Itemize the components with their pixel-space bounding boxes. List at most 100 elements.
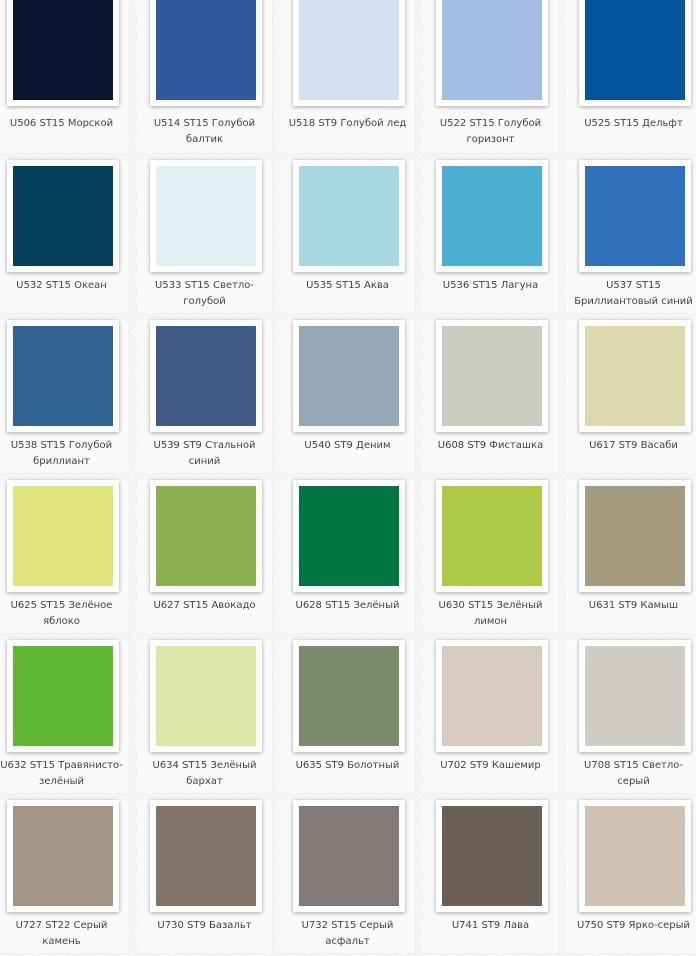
color-swatch-item[interactable]: U635 ST9 Болотный bbox=[280, 640, 416, 794]
swatch-frame[interactable] bbox=[293, 160, 405, 272]
color-swatch[interactable] bbox=[156, 326, 256, 426]
color-swatch[interactable] bbox=[585, 646, 685, 746]
color-swatch[interactable] bbox=[585, 806, 685, 906]
swatch-frame[interactable] bbox=[293, 480, 405, 592]
color-swatch-item[interactable]: U533 ST15 Светло-голубой bbox=[137, 160, 273, 314]
swatch-label: U708 ST15 Светло-серый bbox=[584, 760, 683, 787]
color-swatch-item[interactable]: U741 ST9 Лава bbox=[423, 800, 559, 954]
color-swatch[interactable] bbox=[156, 166, 256, 266]
swatch-frame[interactable] bbox=[436, 320, 548, 432]
color-swatch[interactable] bbox=[13, 486, 113, 586]
color-swatch-item[interactable]: U532 ST15 Океан bbox=[0, 160, 130, 314]
color-swatch[interactable] bbox=[585, 486, 685, 586]
swatch-frame[interactable] bbox=[293, 800, 405, 912]
swatch-frame[interactable] bbox=[293, 640, 405, 752]
color-swatch-item[interactable]: U506 ST15 Морской bbox=[0, 0, 130, 154]
swatch-frame[interactable] bbox=[579, 0, 691, 106]
color-swatch-item[interactable]: U630 ST15 Зелёный лимон bbox=[423, 480, 559, 634]
swatch-frame[interactable] bbox=[579, 640, 691, 752]
color-swatch-item[interactable]: U535 ST15 Аква bbox=[280, 160, 416, 314]
color-swatch-item[interactable]: U536 ST15 Лагуна bbox=[423, 160, 559, 314]
color-swatch-item[interactable]: U727 ST22 Серый камень bbox=[0, 800, 130, 954]
swatch-label: U514 ST15 Голубой балтик bbox=[153, 118, 256, 145]
color-swatch[interactable] bbox=[442, 486, 542, 586]
swatch-frame[interactable] bbox=[7, 640, 119, 752]
color-swatch[interactable] bbox=[299, 0, 399, 100]
color-swatch[interactable] bbox=[585, 326, 685, 426]
color-swatch[interactable] bbox=[299, 806, 399, 906]
color-swatch-item[interactable]: U538 ST15 Голубой бриллиант bbox=[0, 320, 130, 474]
swatch-frame[interactable] bbox=[436, 640, 548, 752]
color-swatch[interactable] bbox=[156, 486, 256, 586]
swatch-frame[interactable] bbox=[150, 640, 262, 752]
swatch-label: U518 ST9 Голубой лед bbox=[288, 118, 407, 129]
color-swatch[interactable] bbox=[299, 646, 399, 746]
swatch-label: U732 ST15 Серый асфальт bbox=[301, 920, 394, 947]
color-swatch[interactable] bbox=[156, 646, 256, 746]
color-swatch-item[interactable]: U540 ST9 Деним bbox=[280, 320, 416, 474]
color-swatch-item[interactable]: U730 ST9 Базальт bbox=[137, 800, 273, 954]
color-swatch-item[interactable]: U708 ST15 Светло-серый bbox=[566, 640, 696, 794]
swatch-frame[interactable] bbox=[436, 480, 548, 592]
color-swatch-item[interactable]: U522 ST15 Голубой горизонт bbox=[423, 0, 559, 154]
swatch-frame[interactable] bbox=[579, 320, 691, 432]
color-swatch[interactable] bbox=[156, 0, 256, 100]
swatch-frame[interactable] bbox=[150, 800, 262, 912]
color-swatch-item[interactable]: U627 ST15 Авокадо bbox=[137, 480, 273, 634]
swatch-label: U538 ST15 Голубой бриллиант bbox=[10, 440, 113, 467]
color-swatch[interactable] bbox=[585, 0, 685, 100]
swatch-frame[interactable] bbox=[7, 160, 119, 272]
color-swatch[interactable] bbox=[299, 486, 399, 586]
swatch-frame[interactable] bbox=[150, 320, 262, 432]
color-swatch-item[interactable]: U608 ST9 Фисташка bbox=[423, 320, 559, 474]
color-swatch[interactable] bbox=[442, 0, 542, 100]
color-swatch[interactable] bbox=[299, 326, 399, 426]
swatch-frame[interactable] bbox=[7, 320, 119, 432]
swatch-frame[interactable] bbox=[7, 800, 119, 912]
color-swatch[interactable] bbox=[13, 646, 113, 746]
swatch-frame[interactable] bbox=[436, 800, 548, 912]
swatch-frame[interactable] bbox=[7, 0, 119, 106]
swatch-label: U730 ST9 Базальт bbox=[157, 920, 252, 931]
color-swatch-item[interactable]: U537 ST15 Бриллиантовый синий bbox=[566, 160, 696, 314]
swatch-frame[interactable] bbox=[436, 160, 548, 272]
swatch-frame[interactable] bbox=[293, 0, 405, 106]
color-swatch-item[interactable]: U518 ST9 Голубой лед bbox=[280, 0, 416, 154]
swatch-frame[interactable] bbox=[150, 160, 262, 272]
color-swatch[interactable] bbox=[442, 326, 542, 426]
color-swatch[interactable] bbox=[299, 166, 399, 266]
swatch-frame[interactable] bbox=[436, 0, 548, 106]
swatch-frame[interactable] bbox=[293, 320, 405, 432]
color-swatch-item[interactable]: U634 ST15 Зелёный бархат bbox=[137, 640, 273, 794]
color-swatch-item[interactable]: U702 ST9 Кашемир bbox=[423, 640, 559, 794]
swatch-label: U625 ST15 Зелёное яблоко bbox=[10, 600, 113, 627]
swatch-frame[interactable] bbox=[579, 800, 691, 912]
color-swatch[interactable] bbox=[13, 806, 113, 906]
color-swatch[interactable] bbox=[13, 0, 113, 100]
color-swatch[interactable] bbox=[13, 326, 113, 426]
swatch-frame[interactable] bbox=[7, 480, 119, 592]
swatch-frame[interactable] bbox=[579, 160, 691, 272]
color-swatch[interactable] bbox=[442, 806, 542, 906]
color-swatch-item[interactable]: U525 ST15 Дельфт bbox=[566, 0, 696, 154]
color-swatch-item[interactable]: U632 ST15 Травянисто-зелёный bbox=[0, 640, 130, 794]
color-swatch-item[interactable]: U732 ST15 Серый асфальт bbox=[280, 800, 416, 954]
color-swatch[interactable] bbox=[442, 166, 542, 266]
swatch-label: U627 ST15 Авокадо bbox=[153, 600, 256, 611]
swatch-frame[interactable] bbox=[579, 480, 691, 592]
color-swatch-item[interactable]: U539 ST9 Стальной синий bbox=[137, 320, 273, 474]
color-swatch-item[interactable]: U750 ST9 Ярко-серый bbox=[566, 800, 696, 954]
color-swatch-item[interactable]: U514 ST15 Голубой балтик bbox=[137, 0, 273, 154]
color-swatch[interactable] bbox=[585, 166, 685, 266]
color-swatch-item[interactable]: U631 ST9 Камыш bbox=[566, 480, 696, 634]
swatch-frame[interactable] bbox=[150, 480, 262, 592]
color-swatch-item[interactable]: U628 ST15 Зелёный bbox=[280, 480, 416, 634]
color-swatch[interactable] bbox=[13, 166, 113, 266]
swatch-label: U532 ST15 Океан bbox=[16, 280, 107, 291]
color-swatch-item[interactable]: U617 ST9 Васаби bbox=[566, 320, 696, 474]
color-swatch[interactable] bbox=[156, 806, 256, 906]
color-swatch-item[interactable]: U625 ST15 Зелёное яблоко bbox=[0, 480, 130, 634]
color-swatch[interactable] bbox=[442, 646, 542, 746]
swatch-frame[interactable] bbox=[150, 0, 262, 106]
swatch-label: U750 ST9 Ярко-серый bbox=[576, 920, 691, 931]
